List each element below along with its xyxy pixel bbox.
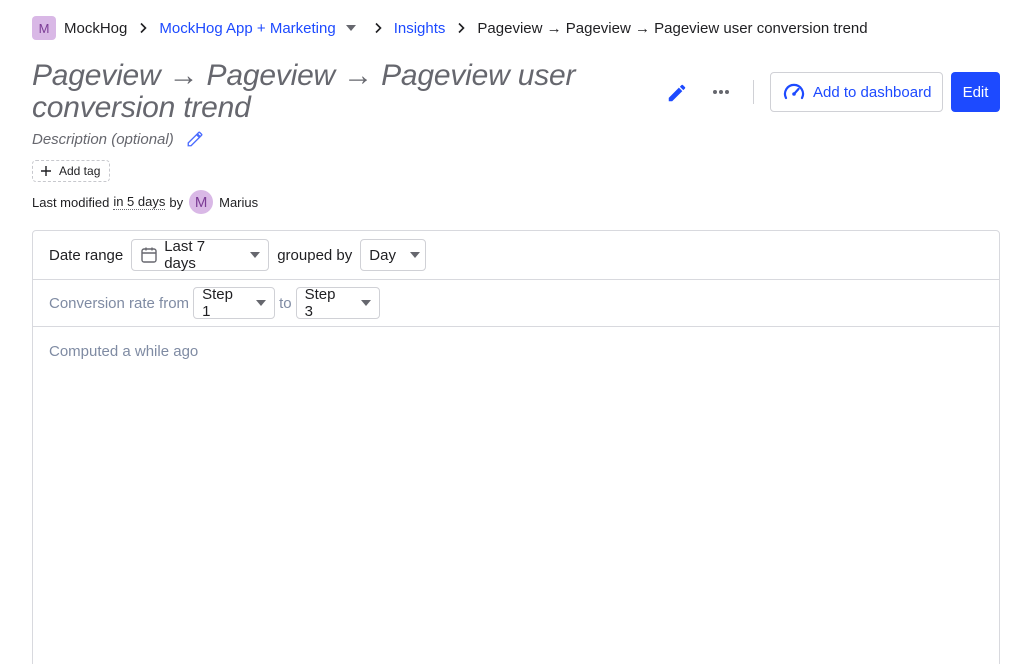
- breadcrumb-org[interactable]: MockHog: [64, 20, 127, 37]
- org-avatar[interactable]: M: [32, 16, 56, 40]
- from-step-value: Step 1: [202, 286, 233, 320]
- date-range-value: Last 7 days: [164, 238, 206, 272]
- modified-by: by: [169, 194, 184, 210]
- description-placeholder[interactable]: Description (optional): [32, 131, 174, 148]
- interval-select[interactable]: Day: [360, 239, 427, 271]
- caret-down-icon: [409, 252, 420, 258]
- chevron-right-icon: [449, 22, 473, 34]
- calendar-icon: [140, 246, 158, 264]
- interval-value: Day: [369, 246, 396, 264]
- plus-icon: [40, 165, 52, 177]
- grouped-by-label: grouped by: [277, 246, 353, 264]
- caret-down-icon: [250, 252, 261, 258]
- conversion-filter-row: Conversion rate from Step 1 to Step 3: [33, 280, 999, 327]
- add-tag-label: Add tag: [59, 164, 101, 178]
- caret-down-icon: [360, 300, 371, 306]
- last-modified: Last modified in 5 days by M Marius: [32, 190, 259, 214]
- more-options-icon[interactable]: [707, 80, 735, 104]
- computed-status: Computed a while ago: [49, 343, 199, 360]
- to-step-select[interactable]: Step 3: [295, 286, 380, 320]
- date-filter-row: Date range Last 7 days grouped by Day: [33, 231, 999, 280]
- to-step-value: Step 3: [304, 286, 336, 320]
- description-row: Description (optional): [32, 130, 204, 148]
- to-label: to: [279, 294, 292, 312]
- date-range-select[interactable]: Last 7 days: [131, 238, 270, 272]
- add-tag-button[interactable]: Add tag: [32, 160, 110, 182]
- pencil-icon[interactable]: [664, 80, 690, 106]
- avatar: M: [189, 190, 214, 214]
- breadcrumb-insights[interactable]: Insights: [394, 20, 446, 37]
- caret-down-icon: [256, 300, 267, 306]
- date-range-label: Date range: [49, 246, 124, 264]
- insight-card: Date range Last 7 days grouped by Day Co…: [32, 230, 1000, 664]
- from-step-select[interactable]: Step 1: [193, 286, 276, 320]
- edit-button[interactable]: Edit: [951, 72, 1000, 112]
- modified-user-name: Marius: [219, 194, 259, 210]
- conversion-rate-label: Conversion rate from: [49, 294, 190, 312]
- add-to-dashboard-button[interactable]: Add to dashboard: [770, 72, 943, 112]
- caret-down-icon[interactable]: [345, 25, 356, 31]
- divider: [753, 80, 754, 104]
- modified-time: in 5 days: [113, 193, 166, 210]
- dashboard-gauge-icon: [783, 82, 805, 102]
- breadcrumb-project[interactable]: MockHog App + Marketing: [159, 20, 335, 37]
- pencil-icon[interactable]: [186, 130, 204, 148]
- chevron-right-icon: [131, 22, 155, 34]
- breadcrumb: M MockHog MockHog App + Marketing Insigh…: [32, 16, 868, 40]
- chevron-right-icon: [366, 22, 390, 34]
- page-title[interactable]: Pageview → Pageview → Pageview user conv…: [32, 60, 642, 124]
- modified-prefix: Last modified: [32, 194, 110, 210]
- add-to-dashboard-label: Add to dashboard: [813, 83, 932, 101]
- breadcrumb-current: Pageview → Pageview → Pageview user conv…: [477, 19, 868, 37]
